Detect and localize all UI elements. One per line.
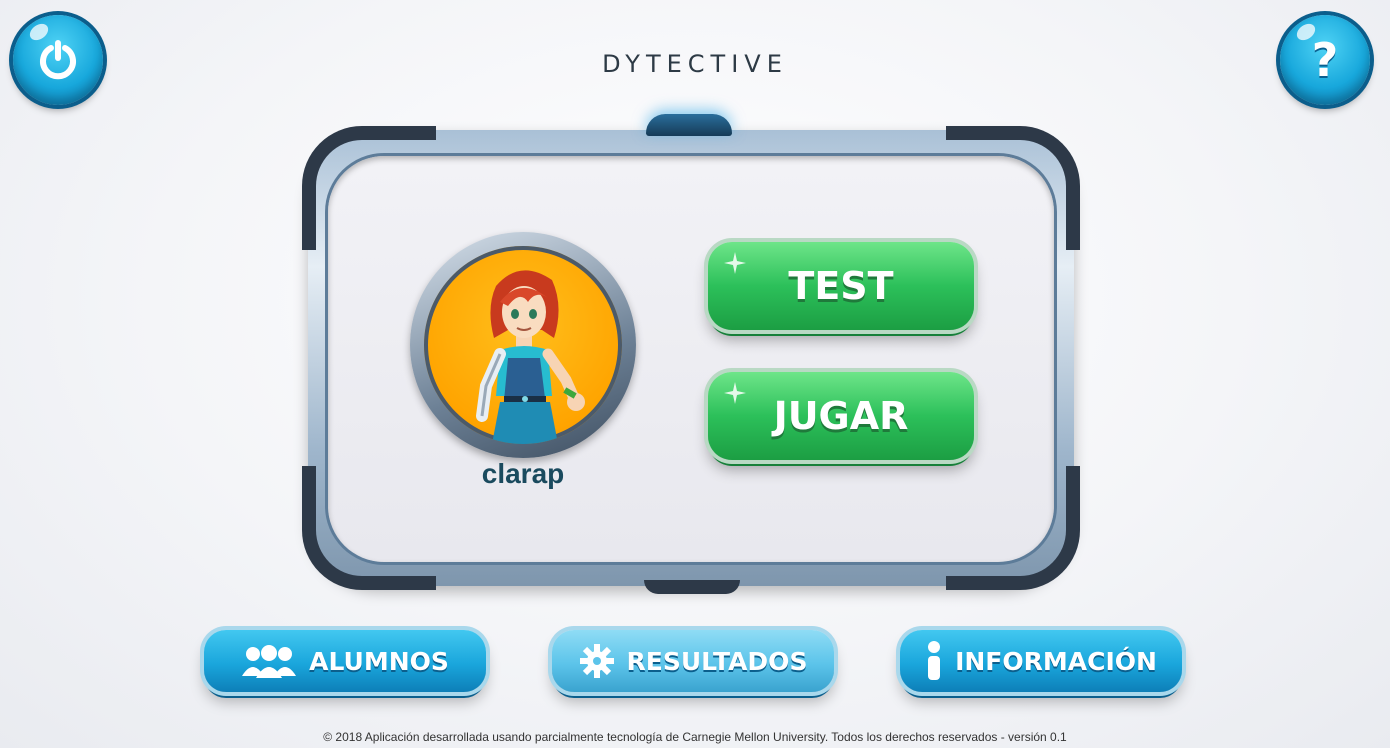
avatar-background bbox=[424, 246, 622, 444]
sparkle-icon bbox=[724, 252, 746, 274]
frame-corner bbox=[302, 126, 436, 250]
frame-bottom-knob bbox=[644, 580, 740, 594]
test-button[interactable]: TEST bbox=[708, 242, 974, 330]
avatar[interactable] bbox=[410, 232, 636, 458]
jugar-button-label: JUGAR bbox=[773, 394, 909, 438]
informacion-button[interactable]: INFORMACIÓN bbox=[900, 630, 1182, 692]
frame-corner bbox=[946, 466, 1080, 590]
resultados-button[interactable]: RESULTADOS bbox=[552, 630, 834, 692]
frame-top-knob bbox=[646, 114, 732, 136]
informacion-button-label: INFORMACIÓN bbox=[955, 646, 1157, 676]
app-logo: DYTECTIVE bbox=[602, 50, 788, 78]
gear-icon bbox=[579, 643, 615, 679]
sparkle-icon bbox=[724, 382, 746, 404]
resultados-button-label: RESULTADOS bbox=[626, 646, 808, 676]
alumnos-button-label: ALUMNOS bbox=[309, 646, 449, 676]
footer-copyright: © 2018 Aplicación desarrollada usando pa… bbox=[323, 730, 1067, 744]
frame-corner bbox=[946, 126, 1080, 250]
question-icon: ? bbox=[1311, 33, 1339, 87]
girl-character-avatar bbox=[476, 270, 585, 444]
help-button[interactable]: ? bbox=[1280, 15, 1370, 105]
test-button-label: TEST bbox=[788, 264, 894, 308]
users-icon bbox=[241, 644, 297, 678]
info-icon bbox=[925, 641, 943, 681]
alumnos-button[interactable]: ALUMNOS bbox=[204, 630, 486, 692]
jugar-button[interactable]: JUGAR bbox=[708, 372, 974, 460]
username-label: clarap bbox=[481, 458, 565, 489]
